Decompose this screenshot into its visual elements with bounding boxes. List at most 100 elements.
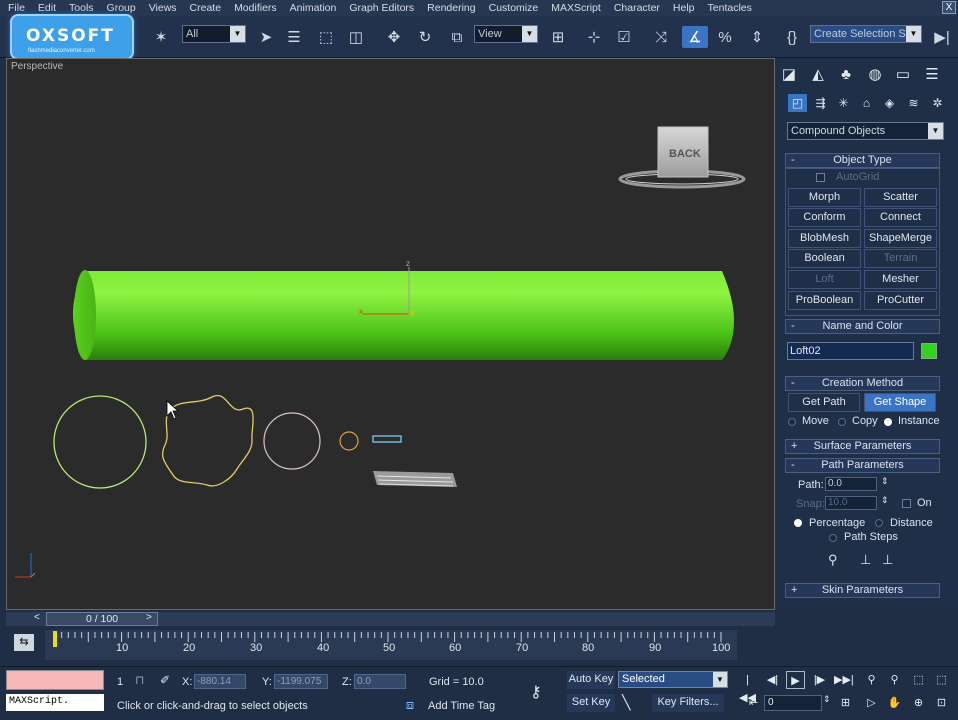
angle-snap-icon[interactable]: ∡ bbox=[682, 26, 708, 48]
shapemerge-button[interactable]: ShapeMerge bbox=[864, 229, 937, 248]
instance-radio[interactable] bbox=[884, 418, 892, 426]
menu-animation[interactable]: Animation bbox=[290, 2, 337, 14]
boolean-button[interactable]: Boolean bbox=[788, 249, 861, 268]
field-of-view-icon[interactable]: ▷ bbox=[862, 694, 881, 712]
menu-tools[interactable]: Tools bbox=[69, 2, 94, 14]
maxscript-listener-output[interactable] bbox=[6, 670, 104, 690]
terrain-button[interactable]: Terrain bbox=[864, 249, 937, 268]
next-shape-icon[interactable]: ⊥ bbox=[882, 552, 893, 568]
orbit-icon[interactable]: ⊕ bbox=[909, 694, 928, 712]
mesher-button[interactable]: Mesher bbox=[864, 270, 937, 289]
motion-tab-icon[interactable]: ◍ bbox=[864, 64, 886, 84]
viewcube[interactable]: BACK bbox=[618, 126, 746, 189]
space-warps-icon[interactable]: ≋ bbox=[904, 94, 923, 112]
next-frame-button-icon[interactable]: |▶ bbox=[810, 671, 829, 689]
select-by-name-icon[interactable]: ☰ bbox=[283, 26, 305, 48]
key-selection-set-select[interactable]: Selected ▼ bbox=[618, 671, 728, 688]
utilities-tab-icon[interactable]: ☰ bbox=[921, 64, 943, 84]
selection-lock-icon[interactable]: ⧈ bbox=[401, 697, 419, 714]
y-coordinate-field[interactable]: -1199.075 bbox=[274, 674, 328, 689]
rollout-path-parameters[interactable]: - Path Parameters bbox=[785, 458, 940, 473]
connect-button[interactable]: Connect bbox=[864, 208, 937, 227]
create-tab-icon[interactable]: ◪ bbox=[778, 64, 800, 84]
object-category-select[interactable]: Compound Objects ▼ bbox=[787, 122, 944, 140]
open-mini-curve-editor-icon[interactable]: ⇆ bbox=[14, 634, 34, 651]
menu-help[interactable]: Help bbox=[673, 2, 695, 14]
previous-frame-icon[interactable]: < bbox=[34, 612, 40, 623]
maximize-viewport-icon[interactable]: ⊡ bbox=[932, 694, 951, 712]
snap-spinner-icon[interactable]: ⇕ bbox=[881, 495, 889, 506]
snap-icon[interactable]: ⤨ bbox=[650, 26, 672, 48]
add-time-tag[interactable]: Add Time Tag bbox=[428, 700, 495, 712]
menu-tentacles[interactable]: Tentacles bbox=[708, 2, 752, 14]
menu-graph-editors[interactable]: Graph Editors bbox=[349, 2, 414, 14]
next-frame-icon[interactable]: > bbox=[146, 612, 152, 623]
keyboard-shortcut-icon[interactable]: ☑ bbox=[613, 26, 635, 48]
set-key-brush-icon[interactable]: ╲ bbox=[622, 694, 630, 711]
lights-icon[interactable]: ✳ bbox=[834, 94, 853, 112]
zoom-all-icon[interactable]: ⚲ bbox=[885, 671, 904, 689]
key-filters-button[interactable]: Key Filters... bbox=[652, 694, 724, 712]
menu-modifiers[interactable]: Modifiers bbox=[234, 2, 277, 14]
bind-space-warp-icon[interactable]: ✶ bbox=[150, 26, 172, 48]
viewport-label[interactable]: Perspective bbox=[11, 61, 63, 72]
absolute-mode-icon[interactable]: ✐ bbox=[160, 673, 170, 687]
pan-view-icon[interactable]: ✋ bbox=[885, 694, 904, 712]
pick-shape-icon[interactable]: ⚲ bbox=[828, 552, 838, 568]
snap-input[interactable]: 10.0 bbox=[825, 496, 877, 510]
morph-button[interactable]: Morph bbox=[788, 188, 861, 207]
close-button[interactable]: X bbox=[942, 1, 956, 14]
rotate-icon[interactable]: ↻ bbox=[414, 26, 436, 48]
get-path-button[interactable]: Get Path bbox=[788, 393, 860, 412]
zoom-extents-icon[interactable]: ⬚ bbox=[909, 671, 928, 689]
rollout-creation-method[interactable]: - Creation Method bbox=[785, 376, 940, 391]
object-color-swatch[interactable] bbox=[921, 343, 937, 359]
edit-named-sets-icon[interactable]: {} bbox=[781, 26, 803, 48]
rollout-object-type[interactable]: - Object Type bbox=[785, 153, 940, 168]
menu-file[interactable]: File bbox=[8, 2, 25, 14]
modify-tab-icon[interactable]: ◭ bbox=[807, 64, 829, 84]
hierarchy-tab-icon[interactable]: ♣ bbox=[835, 64, 857, 84]
mirror-icon[interactable]: ▶| bbox=[932, 26, 952, 48]
frame-spinner-icon[interactable]: ⇕ bbox=[823, 694, 831, 705]
play-icon[interactable]: ▶ bbox=[786, 671, 805, 689]
key-mode-toggle-icon[interactable]: ⇤ bbox=[744, 694, 763, 712]
scatter-button[interactable]: Scatter bbox=[864, 188, 937, 207]
path-spinner-icon[interactable]: ⇕ bbox=[881, 476, 889, 487]
lock-selection-icon[interactable]: ⊓ bbox=[135, 673, 144, 687]
path-steps-radio[interactable] bbox=[829, 534, 837, 542]
snap-on-checkbox[interactable] bbox=[902, 499, 911, 508]
menu-rendering[interactable]: Rendering bbox=[427, 2, 475, 14]
systems-icon[interactable]: ✲ bbox=[928, 94, 947, 112]
previous-frame-button-icon[interactable]: ◀| bbox=[763, 671, 782, 689]
loft-button[interactable]: Loft bbox=[788, 270, 861, 289]
selection-filter-select[interactable]: All ▼ bbox=[182, 25, 246, 43]
object-name-field[interactable]: Loft02 bbox=[787, 342, 914, 360]
go-to-end-icon[interactable]: ▶▶| bbox=[834, 671, 854, 689]
set-key-button[interactable]: Set Key bbox=[567, 694, 615, 712]
proboolean-button[interactable]: ProBoolean bbox=[788, 291, 861, 310]
menu-character[interactable]: Character bbox=[614, 2, 660, 14]
named-selection-set-select[interactable]: Create Selection Set ▼ bbox=[810, 25, 922, 43]
perspective-viewport[interactable]: z x y BACK Perspective bbox=[6, 58, 775, 610]
spinner-snap-icon[interactable]: ⇕ bbox=[746, 26, 768, 48]
go-to-start-icon[interactable]: |◀◀ bbox=[738, 671, 757, 704]
rollout-skin-parameters[interactable]: + Skin Parameters bbox=[785, 583, 940, 598]
select-manipulate-icon[interactable]: ⊹ bbox=[583, 26, 605, 48]
display-tab-icon[interactable]: ▭ bbox=[892, 64, 914, 84]
blobmesh-button[interactable]: BlobMesh bbox=[788, 229, 861, 248]
shapes-icon[interactable]: ⇶ bbox=[811, 94, 830, 112]
distance-radio[interactable] bbox=[875, 519, 883, 527]
menu-customize[interactable]: Customize bbox=[489, 2, 539, 14]
zoom-icon[interactable]: ⚲ bbox=[862, 671, 881, 689]
path-input[interactable]: 0.0 bbox=[825, 477, 877, 491]
move-icon[interactable]: ✥ bbox=[383, 26, 405, 48]
scale-icon[interactable]: ⧉ bbox=[446, 26, 468, 48]
geometry-icon[interactable]: ◰ bbox=[788, 94, 807, 112]
zoom-extents-all-icon[interactable]: ⬚ bbox=[932, 671, 951, 689]
cameras-icon[interactable]: ⌂ bbox=[857, 94, 876, 112]
percentage-radio[interactable] bbox=[794, 519, 802, 527]
previous-shape-icon[interactable]: ⊥ bbox=[860, 552, 871, 568]
conform-button[interactable]: Conform bbox=[788, 208, 861, 227]
rollout-name-and-color[interactable]: - Name and Color bbox=[785, 319, 940, 334]
